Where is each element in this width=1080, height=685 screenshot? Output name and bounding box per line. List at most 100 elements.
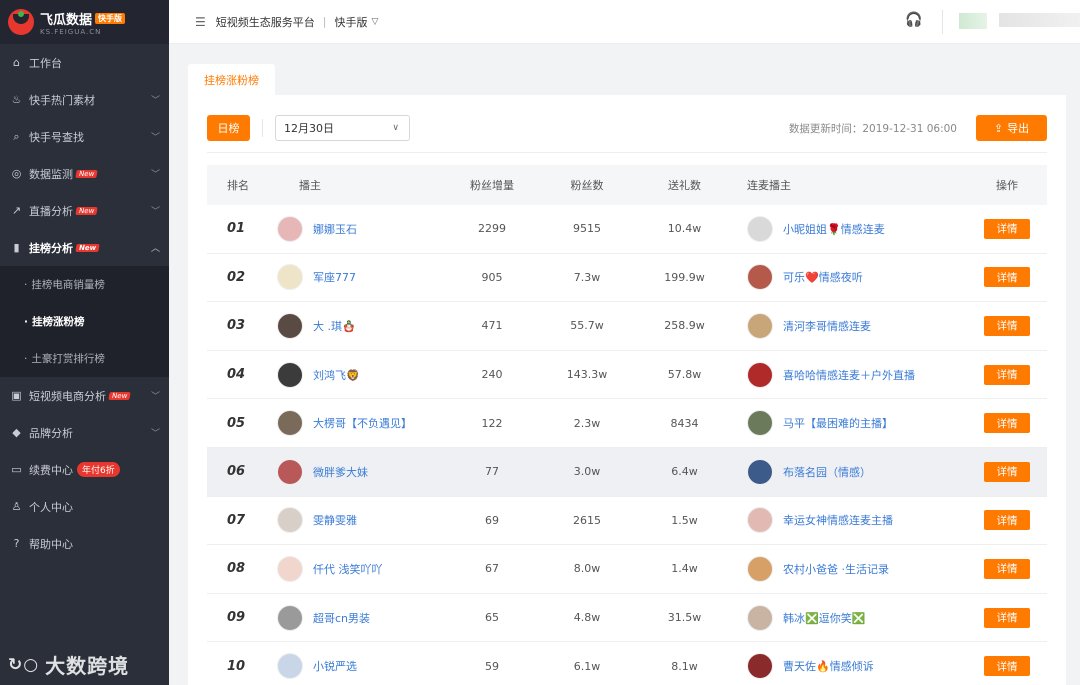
sidebar-item-card[interactable]: ▭ 续费中心 年付6折 [0, 451, 169, 488]
sidebar-item-bar-chart[interactable]: ▮ 挂榜分析 New ︿ [0, 229, 169, 266]
streamer-avatar[interactable] [277, 410, 303, 437]
table-row[interactable]: 07 雯静雯雅 69 2615 1.5w 幸运女神情感连麦主播 详情 [207, 497, 1047, 546]
streamer-name-link[interactable]: 仟代 浅笑吖吖 [313, 561, 383, 577]
detail-button[interactable]: 详情 [984, 315, 1030, 336]
detail-button[interactable]: 详情 [984, 218, 1030, 239]
streamer-avatar[interactable] [277, 507, 303, 534]
linked-streamer-link[interactable]: 幸运女神情感连麦主播 [783, 512, 893, 528]
sidebar-item-user[interactable]: ♙ 个人中心 [0, 488, 169, 525]
linked-streamer-link[interactable]: 喜哈哈情感连麦＋户外直播 [783, 367, 915, 383]
detail-button[interactable]: 详情 [984, 656, 1030, 677]
header-fans[interactable]: 粉丝数 [537, 177, 637, 193]
detail-button[interactable]: 详情 [984, 461, 1030, 482]
detail-button[interactable]: 详情 [984, 364, 1030, 385]
date-select[interactable]: 12月30日 ∨ [275, 115, 410, 141]
streamer-name-link[interactable]: 军座777 [313, 269, 356, 285]
sidebar-subitem[interactable]: 挂榜涨粉榜 [0, 303, 169, 340]
streamer-name-link[interactable]: 小锐严选 [313, 658, 357, 674]
linked-avatar[interactable] [747, 361, 773, 388]
toolbar-divider [262, 119, 263, 137]
linked-avatar[interactable] [747, 312, 773, 339]
headset-icon[interactable]: 🎧 [905, 12, 925, 32]
streamer-cell: 雯静雯雅 [277, 507, 447, 534]
table-row[interactable]: 06 微胖爹大妹 77 3.0w 6.4w 布落名园（情感） 详情 [207, 447, 1047, 497]
sidebar-item-diamond[interactable]: ◆ 品牌分析 ﹀ [0, 414, 169, 451]
linked-streamer-link[interactable]: 清河李哥情感连麦 [783, 318, 871, 334]
username-blurred[interactable] [999, 13, 1080, 27]
streamer-name-link[interactable]: 娜娜玉石 [313, 221, 357, 237]
linked-avatar[interactable] [747, 264, 773, 291]
table-row[interactable]: 09 超哥cn男装 65 4.8w 31.5w 韩冰❎逗你笑❎ 详情 [207, 594, 1047, 643]
streamer-avatar[interactable] [277, 653, 303, 680]
linked-streamer-link[interactable]: 马平【最困难的主播】 [783, 415, 893, 431]
menu-icon[interactable]: ☰ [195, 15, 206, 29]
sidebar-item-fire[interactable]: ♨ 快手热门素材 ﹀ [0, 81, 169, 118]
linked-avatar[interactable] [747, 604, 773, 631]
sidebar-item-bag[interactable]: ▣ 短视频电商分析 New ﹀ [0, 377, 169, 414]
streamer-name-link[interactable]: 雯静雯雅 [313, 512, 357, 528]
sidebar-subitem[interactable]: 挂榜电商销量榜 [0, 266, 169, 303]
streamer-avatar[interactable] [277, 604, 303, 631]
logo[interactable]: 飞瓜数据 快手版 KS.FEIGUA.CN [0, 0, 169, 44]
table-row[interactable]: 04 刘鸿飞🦁 240 143.3w 57.8w 喜哈哈情感连麦＋户外直播 详情 [207, 351, 1047, 400]
sidebar-item-search[interactable]: ⌕ 快手号查找 ﹀ [0, 118, 169, 155]
streamer-avatar[interactable] [277, 215, 303, 242]
linked-avatar[interactable] [747, 555, 773, 582]
linked-streamer-cell: 曹天佐🔥情感倾诉 [732, 653, 967, 680]
sidebar-item-live[interactable]: ↗ 直播分析 New ﹀ [0, 192, 169, 229]
linked-streamer-cell: 马平【最困难的主播】 [732, 410, 967, 437]
streamer-avatar[interactable] [277, 312, 303, 339]
linked-streamer-link[interactable]: 韩冰❎逗你笑❎ [783, 610, 865, 626]
main-card: 日榜 12月30日 ∨ 数据更新时间：2019-12-31 06:00 ⇪ 导出… [188, 95, 1066, 685]
export-button[interactable]: ⇪ 导出 [976, 115, 1047, 141]
streamer-name-link[interactable]: 超哥cn男装 [313, 610, 370, 626]
sidebar-item-monitor[interactable]: ◎ 数据监测 New ﹀ [0, 155, 169, 192]
linked-avatar[interactable] [747, 507, 773, 534]
sidebar-subitem[interactable]: 土豪打赏排行榜 [0, 340, 169, 377]
streamer-name-link[interactable]: 大 .琪🪆 [313, 318, 356, 334]
streamer-cell: 超哥cn男装 [277, 604, 447, 631]
detail-button[interactable]: 详情 [984, 607, 1030, 628]
linked-avatar[interactable] [747, 653, 773, 680]
header-fans-increase[interactable]: 粉丝增量 [447, 177, 537, 193]
linked-streamer-link[interactable]: 布落名园（情感） [783, 464, 871, 480]
sidebar-item-home[interactable]: ⌂ 工作台 [0, 44, 169, 81]
linked-streamer-link[interactable]: 农村小爸爸 ·生活记录 [783, 561, 889, 577]
upload-icon: ⇪ [993, 121, 1004, 135]
detail-button[interactable]: 详情 [984, 510, 1030, 531]
detail-button[interactable]: 详情 [984, 558, 1030, 579]
detail-button[interactable]: 详情 [984, 413, 1030, 434]
sidebar-item-help[interactable]: ? 帮助中心 [0, 525, 169, 562]
table-row[interactable]: 08 仟代 浅笑吖吖 67 8.0w 1.4w 农村小爸爸 ·生活记录 详情 [207, 545, 1047, 594]
table-row[interactable]: 03 大 .琪🪆 471 55.7w 258.9w 清河李哥情感连麦 详情 [207, 302, 1047, 351]
avatar[interactable] [959, 13, 987, 29]
bar-chart-icon: ▮ [13, 241, 20, 254]
fans-cell: 2615 [573, 513, 601, 527]
toolbar: 日榜 12月30日 ∨ 数据更新时间：2019-12-31 06:00 ⇪ 导出 [207, 115, 1047, 141]
streamer-name-link[interactable]: 微胖爹大妹 [313, 464, 368, 480]
table-row[interactable]: 05 大楞哥【不负遇见】 122 2.3w 8434 马平【最困难的主播】 详情 [207, 399, 1047, 448]
table-row[interactable]: 01 娜娜玉石 2299 9515 10.4w 小昵姐姐🌹情感连麦 详情 [207, 205, 1047, 254]
linked-streamer-link[interactable]: 曹天佐🔥情感倾诉 [783, 658, 874, 674]
gifts-cell: 258.9w [664, 319, 705, 333]
version-switch[interactable]: 快手版 ▽ [334, 14, 378, 30]
linked-avatar[interactable] [747, 215, 773, 242]
day-ranking-button[interactable]: 日榜 [207, 115, 250, 141]
streamer-avatar[interactable] [277, 555, 303, 582]
streamer-avatar[interactable] [277, 458, 303, 485]
linked-avatar[interactable] [747, 458, 773, 485]
table-row[interactable]: 02 军座777 905 7.3w 199.9w 可乐❤️情感夜听 详情 [207, 254, 1047, 303]
streamer-avatar[interactable] [277, 264, 303, 291]
chevron-down-icon: ﹀ [150, 207, 160, 217]
linked-streamer-link[interactable]: 小昵姐姐🌹情感连麦 [783, 221, 885, 237]
linked-streamer-link[interactable]: 可乐❤️情感夜听 [783, 269, 863, 285]
header-gifts[interactable]: 送礼数 [637, 177, 732, 193]
action-cell: 详情 [967, 510, 1047, 531]
streamer-avatar[interactable] [277, 361, 303, 388]
detail-button[interactable]: 详情 [984, 267, 1030, 288]
tab-fans-growth[interactable]: 挂榜涨粉榜 [188, 64, 275, 96]
linked-avatar[interactable] [747, 410, 773, 437]
streamer-name-link[interactable]: 大楞哥【不负遇见】 [313, 415, 412, 431]
streamer-name-link[interactable]: 刘鸿飞🦁 [313, 367, 360, 383]
table-row[interactable]: 10 小锐严选 59 6.1w 8.1w 曹天佐🔥情感倾诉 详情 [207, 642, 1047, 685]
